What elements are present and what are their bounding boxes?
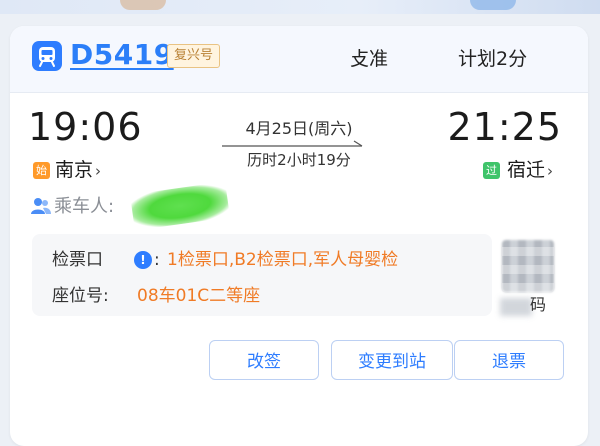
departure-tag: 始 bbox=[33, 162, 50, 179]
info-icon[interactable]: ! bbox=[134, 251, 152, 269]
punctuality-status: 攴准 bbox=[350, 48, 389, 70]
arrival-station-name: 宿迁 bbox=[507, 159, 546, 181]
ticket-header: D5419 复兴号 攴准 计划2分 bbox=[10, 26, 588, 93]
top-banner-strip bbox=[0, 0, 600, 14]
arrival-station[interactable]: 宿迁 › bbox=[507, 157, 553, 184]
ticket-info-panel: 检票口 ! : 1检票口,B2检票口,军人母婴检 座位号: 08车01C二等座 bbox=[32, 234, 492, 316]
schedule-status: 计划2分 bbox=[458, 48, 528, 70]
banner-decoration bbox=[120, 0, 166, 10]
qr-caption-redaction bbox=[500, 298, 532, 316]
refund-button[interactable]: 退票 bbox=[454, 340, 564, 380]
header-fade bbox=[542, 26, 588, 92]
qr-code-overlay bbox=[502, 240, 554, 292]
train-type-badge: 复兴号 bbox=[167, 44, 221, 68]
departure-station[interactable]: 南京 › bbox=[55, 157, 101, 184]
gate-value: 1检票口,B2检票口,军人母婴检 bbox=[167, 250, 399, 270]
change-ticket-button[interactable]: 改签 bbox=[209, 340, 319, 380]
qr-caption: 码 bbox=[530, 295, 547, 314]
arrival-tag: 过 bbox=[483, 162, 500, 179]
arrival-time: 21:25 bbox=[447, 105, 562, 149]
gate-label: 检票口 bbox=[52, 250, 103, 270]
seat-label: 座位号: bbox=[52, 286, 109, 306]
chevron-right-icon: › bbox=[95, 162, 102, 180]
train-number-link[interactable]: D5419 bbox=[70, 37, 174, 73]
ticket-card[interactable]: D5419 复兴号 攴准 计划2分 19:06 4月25日(周六) 历时2小时1… bbox=[10, 26, 588, 446]
passenger-name-redaction bbox=[129, 181, 231, 231]
direction-arrow-icon bbox=[222, 140, 363, 147]
departure-station-name: 南京 bbox=[55, 159, 94, 181]
change-destination-button[interactable]: 变更到站 bbox=[331, 340, 453, 380]
train-icon bbox=[32, 41, 62, 71]
banner-decoration bbox=[470, 0, 516, 10]
chevron-right-icon: › bbox=[547, 162, 554, 180]
gate-colon: : bbox=[154, 250, 160, 270]
passenger-label: 乘车人: bbox=[54, 196, 115, 217]
passenger-icon bbox=[31, 198, 51, 214]
seat-value: 08车01C二等座 bbox=[137, 286, 261, 306]
